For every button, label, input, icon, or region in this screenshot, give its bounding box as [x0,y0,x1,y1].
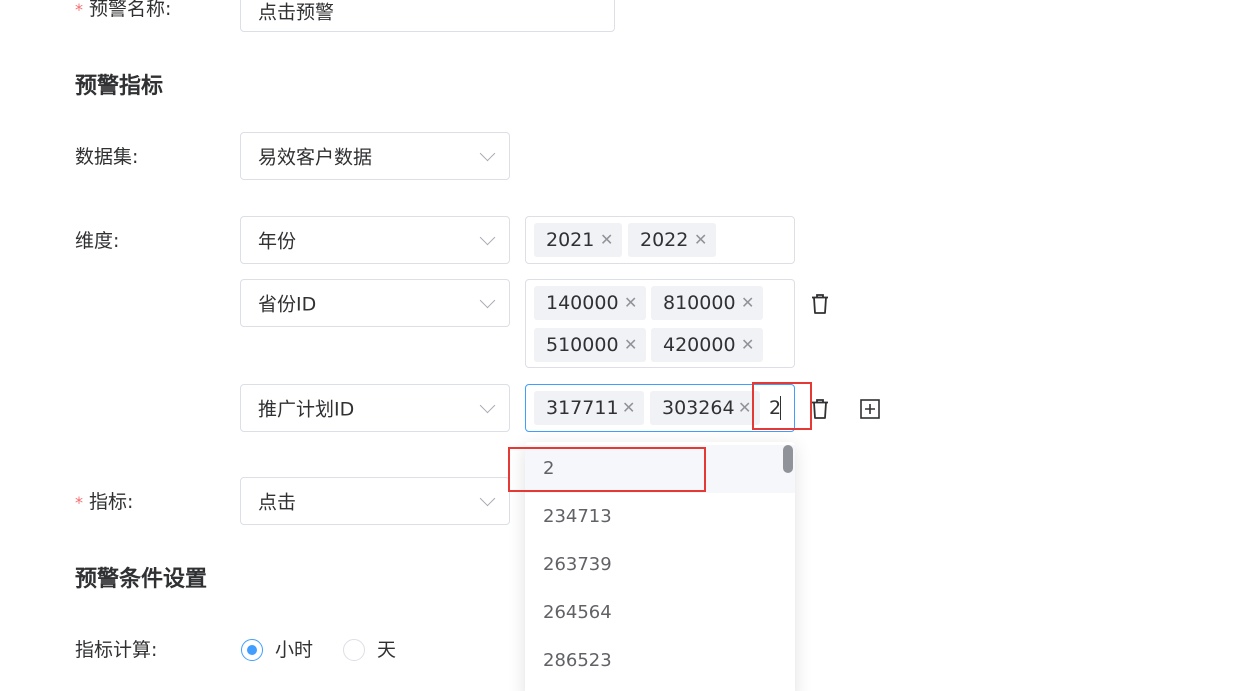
dataset-select[interactable]: 易效客户数据 [240,132,510,180]
dimension-field-select-province[interactable]: 省份ID [240,279,510,327]
section-title-condition: 预警条件设置 [75,567,208,592]
dimension-values-year[interactable]: 2021 ✕ 2022 ✕ [525,216,795,264]
chevron-down-icon [479,490,496,507]
close-icon[interactable]: ✕ [624,286,637,320]
value-tag: 140000 ✕ [534,286,646,320]
dimension-field-select-campaign[interactable]: 推广计划ID [240,384,510,432]
radio-hour-label[interactable]: 小时 [275,637,313,663]
dropdown-option[interactable]: 234713 [525,493,795,541]
dataset-label: 数据集: [75,146,139,168]
scrollbar-thumb[interactable] [783,445,793,473]
close-icon[interactable]: ✕ [738,391,751,425]
radio-day[interactable] [343,639,365,661]
required-mark: * [75,493,83,512]
value-tag: 303264 ✕ [650,391,760,425]
metric-select[interactable]: 点击 [240,477,510,525]
value-tag: 2021 ✕ [534,223,622,257]
alert-name-input[interactable]: 点击预警 [240,0,615,32]
close-icon[interactable]: ✕ [741,286,754,320]
highlight-typed-input [752,382,812,430]
close-icon[interactable]: ✕ [622,391,635,425]
radio-day-label[interactable]: 天 [377,637,396,663]
trash-icon[interactable] [810,293,830,315]
metric-calc-label: 指标计算: [75,639,158,661]
metric-label: * 指标: [75,491,134,513]
dimension-field-select-year[interactable]: 年份 [240,216,510,264]
chevron-down-icon [479,397,496,414]
chevron-down-icon [479,229,496,246]
dropdown-option[interactable]: 286523 [525,637,795,685]
dimension-label: 维度: [75,230,120,252]
value-tag: 510000 ✕ [534,328,646,362]
close-icon[interactable]: ✕ [600,223,613,257]
close-icon[interactable]: ✕ [741,328,754,362]
dimension-values-province[interactable]: 140000 ✕ 810000 ✕ 510000 ✕ 420000 ✕ [525,279,795,368]
required-mark: * [75,0,83,19]
chevron-down-icon [479,292,496,309]
value-tag: 810000 ✕ [651,286,763,320]
trash-icon[interactable] [810,398,830,420]
close-icon[interactable]: ✕ [624,328,637,362]
dropdown-option[interactable]: 264564 [525,589,795,637]
section-title-indicator: 预警指标 [75,74,164,99]
chevron-down-icon [479,145,496,162]
plus-square-icon[interactable] [860,399,880,419]
value-tag: 317711 ✕ [534,391,644,425]
radio-hour[interactable] [241,639,263,661]
value-tag: 420000 ✕ [651,328,763,362]
close-icon[interactable]: ✕ [694,223,707,257]
highlight-option [508,447,706,492]
alert-name-label: * 预警名称: [75,0,172,20]
dropdown-option[interactable]: 263739 [525,541,795,589]
value-tag: 2022 ✕ [628,223,716,257]
